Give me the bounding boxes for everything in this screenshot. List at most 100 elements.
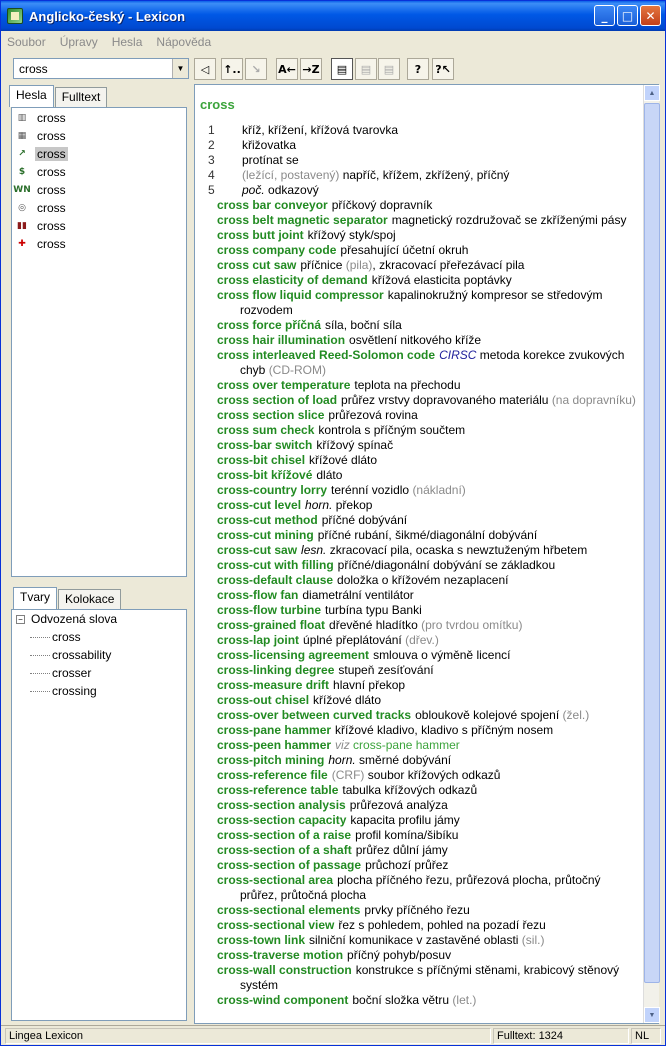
phrase-term[interactable]: cross-wind component <box>217 993 348 1007</box>
collapse-icon[interactable]: − <box>16 614 25 624</box>
headword-item[interactable]: ▮▮ cross <box>12 217 186 235</box>
phrase-term[interactable]: cross company code <box>217 243 336 257</box>
phrase-term[interactable]: cross-section analysis <box>217 798 346 812</box>
chevron-down-icon[interactable]: ▼ <box>172 59 188 78</box>
phrase-term[interactable]: cross-section of a shaft <box>217 843 352 857</box>
phrase-term[interactable]: cross-flow fan <box>217 588 298 602</box>
vertical-scrollbar[interactable]: ▲ ▼ <box>643 85 660 1023</box>
phrase-term[interactable]: cross-pane hammer <box>217 723 331 737</box>
phrase-term[interactable]: cross sum check <box>217 423 314 437</box>
headword-item[interactable]: $ cross <box>12 163 186 181</box>
phrase-term[interactable]: cross-cut saw <box>217 543 297 557</box>
phrase-term[interactable]: cross-town link <box>217 933 305 947</box>
phrase-term[interactable]: cross-measure drift <box>217 678 329 692</box>
phrase-term[interactable]: cross-grained float <box>217 618 325 632</box>
tree-item[interactable]: crossing <box>12 682 186 700</box>
phrase-term[interactable]: cross-peen hammer <box>217 738 331 752</box>
phrase-term[interactable]: cross-traverse motion <box>217 948 343 962</box>
phrase-term[interactable]: cross cut saw <box>217 258 296 272</box>
phrase-term[interactable]: cross over temperature <box>217 378 350 392</box>
cross-reference-link[interactable]: cross-pane hammer <box>350 738 460 752</box>
chart-icon: ↗ <box>18 149 26 159</box>
menu-upravy[interactable]: Úpravy <box>60 35 98 49</box>
close-button[interactable]: ✕ <box>640 5 661 26</box>
phrase-term[interactable]: cross-lap joint <box>217 633 299 647</box>
view-medium-tool[interactable]: ▤ <box>355 58 377 80</box>
phrase-term[interactable]: cross-wall construction <box>217 963 352 977</box>
phrase-term[interactable]: cross belt magnetic separator <box>217 213 388 227</box>
view-short-tool[interactable]: ▤ <box>378 58 400 80</box>
help-tool[interactable]: ? <box>407 58 429 80</box>
phrase-term[interactable]: cross-section capacity <box>217 813 346 827</box>
view-full-tool[interactable]: ▤ <box>331 58 353 80</box>
menu-napoveda[interactable]: Nápověda <box>156 35 211 49</box>
scroll-down-icon[interactable]: ▼ <box>644 1007 660 1023</box>
menu-hesla[interactable]: Hesla <box>112 35 143 49</box>
speaker-tool[interactable]: ◁ <box>194 58 216 80</box>
tree-item[interactable]: cross <box>12 628 186 646</box>
forms-tabs: Tvary Kolokace <box>13 587 122 609</box>
phrase-term[interactable]: cross-out chisel <box>217 693 309 707</box>
phrase-term[interactable]: cross flow liquid compressor <box>217 288 384 302</box>
headword-item[interactable]: ↗ cross <box>12 145 186 163</box>
headword-item[interactable]: WN cross <box>12 181 186 199</box>
headword-list[interactable]: ▥ cross ▦ cross ↗ cross $ cross WN cross ◎ cross ▮▮ c… <box>11 107 187 577</box>
search-combo[interactable]: cross ▼ <box>13 58 189 79</box>
phrase-term[interactable]: cross-bit chisel <box>217 453 305 467</box>
phrase-term[interactable]: cross bar conveyor <box>217 198 328 212</box>
phrase-term[interactable]: cross-default clause <box>217 573 333 587</box>
phrase-term[interactable]: cross-flow turbine <box>217 603 321 617</box>
back-tool[interactable]: ↑.. <box>221 58 243 80</box>
phrase-term[interactable]: cross hair illumination <box>217 333 345 347</box>
phrase-term[interactable]: cross-pitch mining <box>217 753 324 767</box>
phrase-term[interactable]: cross-section of passage <box>217 858 361 872</box>
phrase-term[interactable]: cross-cut with filling <box>217 558 334 572</box>
phrase-term[interactable]: cross-reference table <box>217 783 338 797</box>
phrase-term[interactable]: cross section slice <box>217 408 324 422</box>
tab-fulltext[interactable]: Fulltext <box>54 87 108 107</box>
minimize-button[interactable]: _ <box>594 5 615 26</box>
phrase-term[interactable]: cross-bit křížové <box>217 468 312 482</box>
headword-item[interactable]: ◎ cross <box>12 199 186 217</box>
phrase-term[interactable]: cross force příčná <box>217 318 321 332</box>
sort-az-tool[interactable]: A← <box>276 58 298 80</box>
phrase-term[interactable]: cross-bar switch <box>217 438 312 452</box>
headword-item[interactable]: ▥ cross <box>12 109 186 127</box>
search-input[interactable]: cross <box>19 62 48 76</box>
phrase-term[interactable]: cross-cut mining <box>217 528 314 542</box>
title-bar[interactable]: Anglicko-český - Lexicon _ □ ✕ <box>1 1 665 31</box>
phrase-term[interactable]: cross-reference file <box>217 768 328 782</box>
sort-za-tool[interactable]: →Z <box>300 58 322 80</box>
forms-tree[interactable]: − Odvozená slova cross crossability crosse… <box>11 609 187 1021</box>
tree-item[interactable]: crosser <box>12 664 186 682</box>
phrase-term[interactable]: cross interleaved Reed-Solomon code <box>217 348 435 362</box>
phrase-term[interactable]: cross-country lorry <box>217 483 327 497</box>
tree-item[interactable]: crossability <box>12 646 186 664</box>
tab-hesla[interactable]: Hesla <box>9 85 54 107</box>
phrase-translation: křížový styk/spoj <box>307 228 396 242</box>
tree-root[interactable]: − Odvozená slova <box>12 610 186 628</box>
phrase-term[interactable]: cross-sectional area <box>217 873 333 887</box>
phrase-term[interactable]: cross butt joint <box>217 228 304 242</box>
context-help-tool[interactable]: ?↖ <box>432 58 454 80</box>
tab-kolokace[interactable]: Kolokace <box>58 589 122 609</box>
phrase-term[interactable]: cross elasticity of demand <box>217 273 368 287</box>
phrase-term[interactable]: cross-cut level <box>217 498 301 512</box>
phrase-term[interactable]: cross-over between curved tracks <box>217 708 411 722</box>
phrase-term[interactable]: cross-linking degree <box>217 663 334 677</box>
headword-item[interactable]: ✚ cross <box>12 235 186 253</box>
phrase-term[interactable]: cross-cut method <box>217 513 318 527</box>
phrase-term[interactable]: cross-section of a raise <box>217 828 351 842</box>
phrase-term[interactable]: cross-sectional elements <box>217 903 360 917</box>
scroll-up-icon[interactable]: ▲ <box>644 85 660 101</box>
headword-item[interactable]: ▦ cross <box>12 127 186 145</box>
phrase-term[interactable]: cross-sectional view <box>217 918 334 932</box>
phrase-term[interactable]: cross-licensing agreement <box>217 648 369 662</box>
tab-tvary[interactable]: Tvary <box>13 587 57 609</box>
menu-soubor[interactable]: Soubor <box>7 35 46 49</box>
forward-tool[interactable]: ↘ <box>245 58 267 80</box>
scroll-thumb[interactable] <box>644 103 660 983</box>
maximize-button[interactable]: □ <box>617 5 638 26</box>
phrase-term[interactable]: cross section of load <box>217 393 337 407</box>
phrase-translation: horn. <box>328 753 356 767</box>
